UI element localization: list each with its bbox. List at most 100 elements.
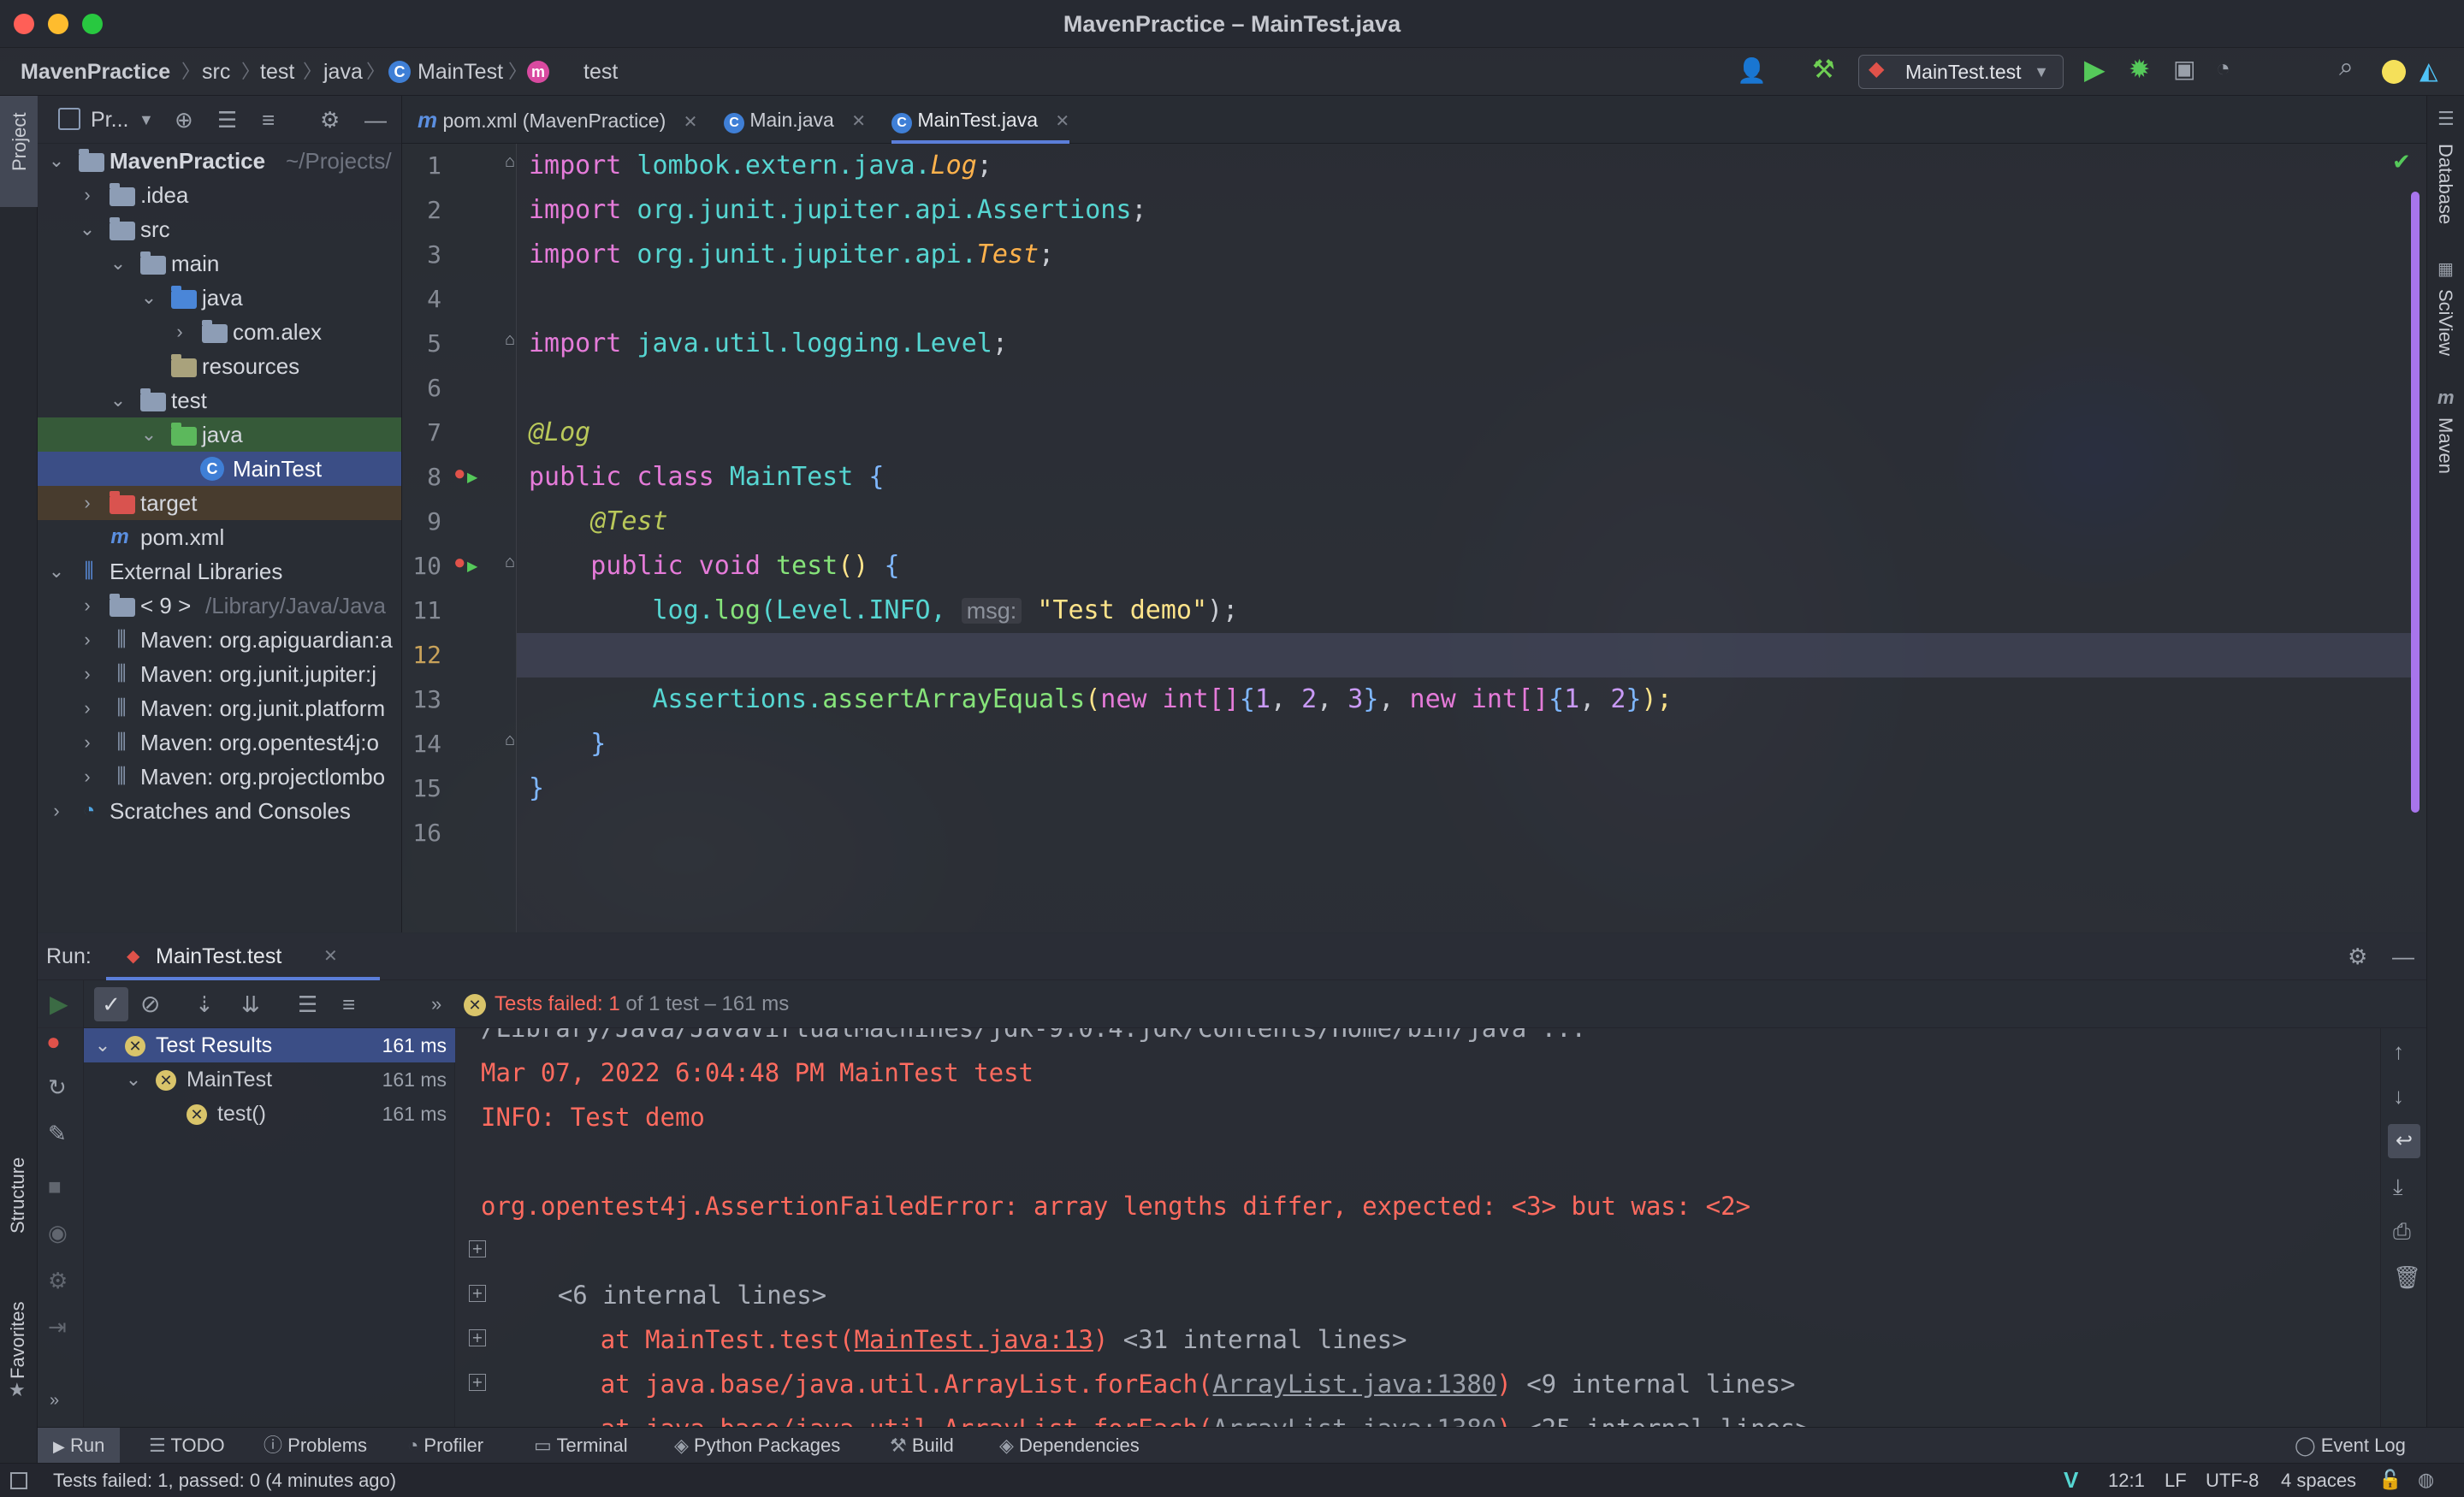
breadcrumb-test[interactable]: test [260, 48, 294, 96]
test-failed-run-icon[interactable]: ● [453, 551, 466, 575]
debug-icon[interactable]: ✹ [2129, 55, 2150, 85]
run-gutter-icon[interactable]: ▶ [467, 558, 477, 575]
show-ignored-icon[interactable]: ⊘ [140, 980, 160, 1028]
expand-icon[interactable]: + [469, 1329, 486, 1346]
tab-maintest-java[interactable]: C MainTest.java ✕ [891, 96, 1070, 144]
soft-wrap-icon[interactable]: ↩ [2388, 1124, 2420, 1158]
source-link[interactable]: ArrayList.java:1380 [1213, 1414, 1497, 1427]
tree-item-jdk[interactable]: › < 9 > /Library/Java/Java [38, 589, 401, 623]
internal-lines[interactable]: <25 internal lines> [1512, 1414, 1810, 1427]
more-icon[interactable]: » [50, 1391, 59, 1411]
coverage-icon[interactable]: ▣ [2173, 55, 2195, 83]
test-result-method[interactable]: ✕ test() 161 ms [84, 1097, 455, 1131]
fold-icon[interactable]: ⌂ [505, 731, 515, 750]
breadcrumb-method[interactable]: test [583, 48, 618, 96]
more-icon[interactable]: » [431, 980, 441, 1028]
tree-item-lib[interactable]: › ⫼ Maven: org.junit.jupiter:j [38, 657, 401, 691]
locate-icon[interactable]: ⊕ [175, 96, 193, 144]
tree-item-external-libraries[interactable]: ⌄ ⫼ External Libraries [38, 554, 401, 589]
project-view-title[interactable]: Pr... [91, 96, 128, 144]
console-folded-line[interactable]: + <6 internal lines> [469, 1228, 826, 1310]
camera-icon[interactable]: ◉ [48, 1220, 68, 1246]
vcs-icon[interactable]: V [2064, 1467, 2078, 1494]
favorites-tool-label[interactable]: Favorites [7, 1302, 29, 1379]
tool-python-packages[interactable]: ◈ Python Packages [674, 1428, 840, 1464]
maven-tool-label[interactable]: Maven [2434, 417, 2456, 474]
tree-item-pom[interactable]: m pom.xml [38, 520, 401, 554]
toggle-auto-test-icon[interactable]: ↻ [48, 1074, 67, 1101]
lock-icon[interactable]: 🔓 [2378, 1469, 2402, 1491]
tool-terminal[interactable]: ▭ Terminal [534, 1428, 628, 1464]
close-icon[interactable]: ✕ [851, 112, 866, 131]
tree-item-scratches[interactable]: › ◔ Scratches and Consoles [38, 794, 401, 828]
toggle-tool-windows-icon[interactable] [10, 1472, 27, 1489]
profile-icon[interactable]: ◔ [2216, 55, 2230, 82]
structure-tool-label[interactable]: Structure [7, 1157, 29, 1234]
tool-event-log[interactable]: ◯ Event Log [2295, 1428, 2406, 1464]
fold-icon[interactable]: ⌂ [505, 152, 515, 172]
hide-icon[interactable]: — [364, 96, 387, 144]
user-icon[interactable]: 👤 [1737, 56, 1767, 85]
tree-item-mavenpractice[interactable]: ⌄ MavenPractice ~/Projects/ [38, 144, 401, 178]
tree-item-target[interactable]: › target [38, 486, 401, 520]
tree-item-main[interactable]: ⌄ main [38, 246, 401, 281]
gear-icon[interactable]: ⚙ [2348, 932, 2367, 980]
wrench-icon[interactable]: ✎ [48, 1121, 67, 1147]
tree-item-main-java[interactable]: ⌄ java [38, 281, 401, 315]
tree-item-src[interactable]: ⌄ src [38, 212, 401, 246]
status-message[interactable]: Tests failed: 1, passed: 0 (4 minutes ag… [53, 1464, 396, 1497]
chevron-down-icon[interactable]: ▼ [139, 96, 154, 144]
test-result-class[interactable]: ⌄ ✕ MainTest 161 ms [84, 1062, 455, 1097]
database-tool-label[interactable]: Database [2434, 144, 2456, 224]
stop-icon[interactable]: ■ [48, 1174, 62, 1200]
tree-item-com-alex[interactable]: › com.alex [38, 315, 401, 349]
tool-todo[interactable]: ☰ TODO [149, 1428, 225, 1464]
tab-run-maintest[interactable]: ◆ MainTest.test ✕ [106, 932, 380, 980]
test-result-root[interactable]: ⌄ ✕ Test Results 161 ms [84, 1028, 455, 1062]
test-failed-run-icon[interactable]: ● [453, 462, 466, 486]
memory-indicator-icon[interactable]: ◍ [2418, 1469, 2434, 1491]
fold-icon[interactable]: ⌂ [505, 330, 515, 350]
sciview-tool-label[interactable]: SciView [2434, 289, 2456, 356]
exit-icon[interactable]: ⇥ [48, 1314, 67, 1340]
close-icon[interactable]: ✕ [323, 932, 338, 980]
search-icon[interactable]: ⌕ [2339, 53, 2354, 82]
fold-icon[interactable]: ⌂ [505, 553, 515, 572]
arrow-up-icon[interactable]: ↑ [2393, 1038, 2404, 1065]
tree-item-lib[interactable]: › ⫼ Maven: org.opentest4j:o [38, 725, 401, 760]
caret-position[interactable]: 12:1 [2108, 1464, 2145, 1497]
update-indicator-icon[interactable] [2382, 60, 2406, 84]
tool-run[interactable]: ▶ Run [53, 1428, 104, 1464]
tree-item-test-java[interactable]: ⌄ java [38, 417, 401, 452]
print-icon[interactable]: ⎙ [2393, 1218, 2411, 1246]
console-output[interactable]: /Library/Java/JavaVirtualMachines/jdk-9.… [455, 1028, 2380, 1427]
collapse-all-icon[interactable]: ≡ [262, 96, 275, 144]
expand-all-icon[interactable]: ☰ [298, 980, 317, 1028]
scroll-to-end-icon[interactable]: ⤓ [2393, 1174, 2403, 1201]
tree-item-lib[interactable]: › ⫼ Maven: org.junit.platform [38, 691, 401, 725]
expand-icon[interactable]: + [469, 1374, 486, 1391]
expand-all-icon[interactable]: ☰ [217, 96, 237, 144]
expand-icon[interactable]: + [469, 1240, 486, 1257]
sort-alpha-icon[interactable]: ⇣ [195, 980, 214, 1028]
breadcrumb-project[interactable]: MavenPractice [21, 48, 170, 96]
tab-pom-xml[interactable]: m pom.xml (MavenPractice) ✕ [418, 96, 697, 144]
tool-dependencies[interactable]: ◈ Dependencies [999, 1428, 1140, 1464]
tree-item-lib[interactable]: › ⫼ Maven: org.projectlombo [38, 760, 401, 794]
tab-main-java[interactable]: C Main.java ✕ [724, 96, 866, 144]
close-icon[interactable]: ✕ [684, 113, 698, 132]
expand-icon[interactable]: + [469, 1285, 486, 1302]
gear-icon[interactable]: ⚙ [320, 96, 340, 144]
tool-problems[interactable]: ⓘ Problems [264, 1428, 367, 1464]
tree-item-lib[interactable]: › ⫼ Maven: org.apiguardian:a [38, 623, 401, 657]
run-icon[interactable]: ▶ [2084, 53, 2106, 86]
breadcrumb-src[interactable]: src [202, 48, 230, 96]
sort-duration-icon[interactable]: ⇊ [241, 980, 260, 1028]
tool-profiler[interactable]: ◔ Profiler [407, 1428, 483, 1464]
hide-icon[interactable]: — [2392, 932, 2414, 980]
show-passed-icon[interactable]: ✓ [94, 987, 128, 1021]
arrow-down-icon[interactable]: ↓ [2393, 1083, 2404, 1109]
trash-icon[interactable]: 🗑 [2393, 1264, 2421, 1291]
close-icon[interactable]: ✕ [1055, 112, 1069, 131]
breadcrumb-class[interactable]: MainTest [418, 48, 503, 96]
